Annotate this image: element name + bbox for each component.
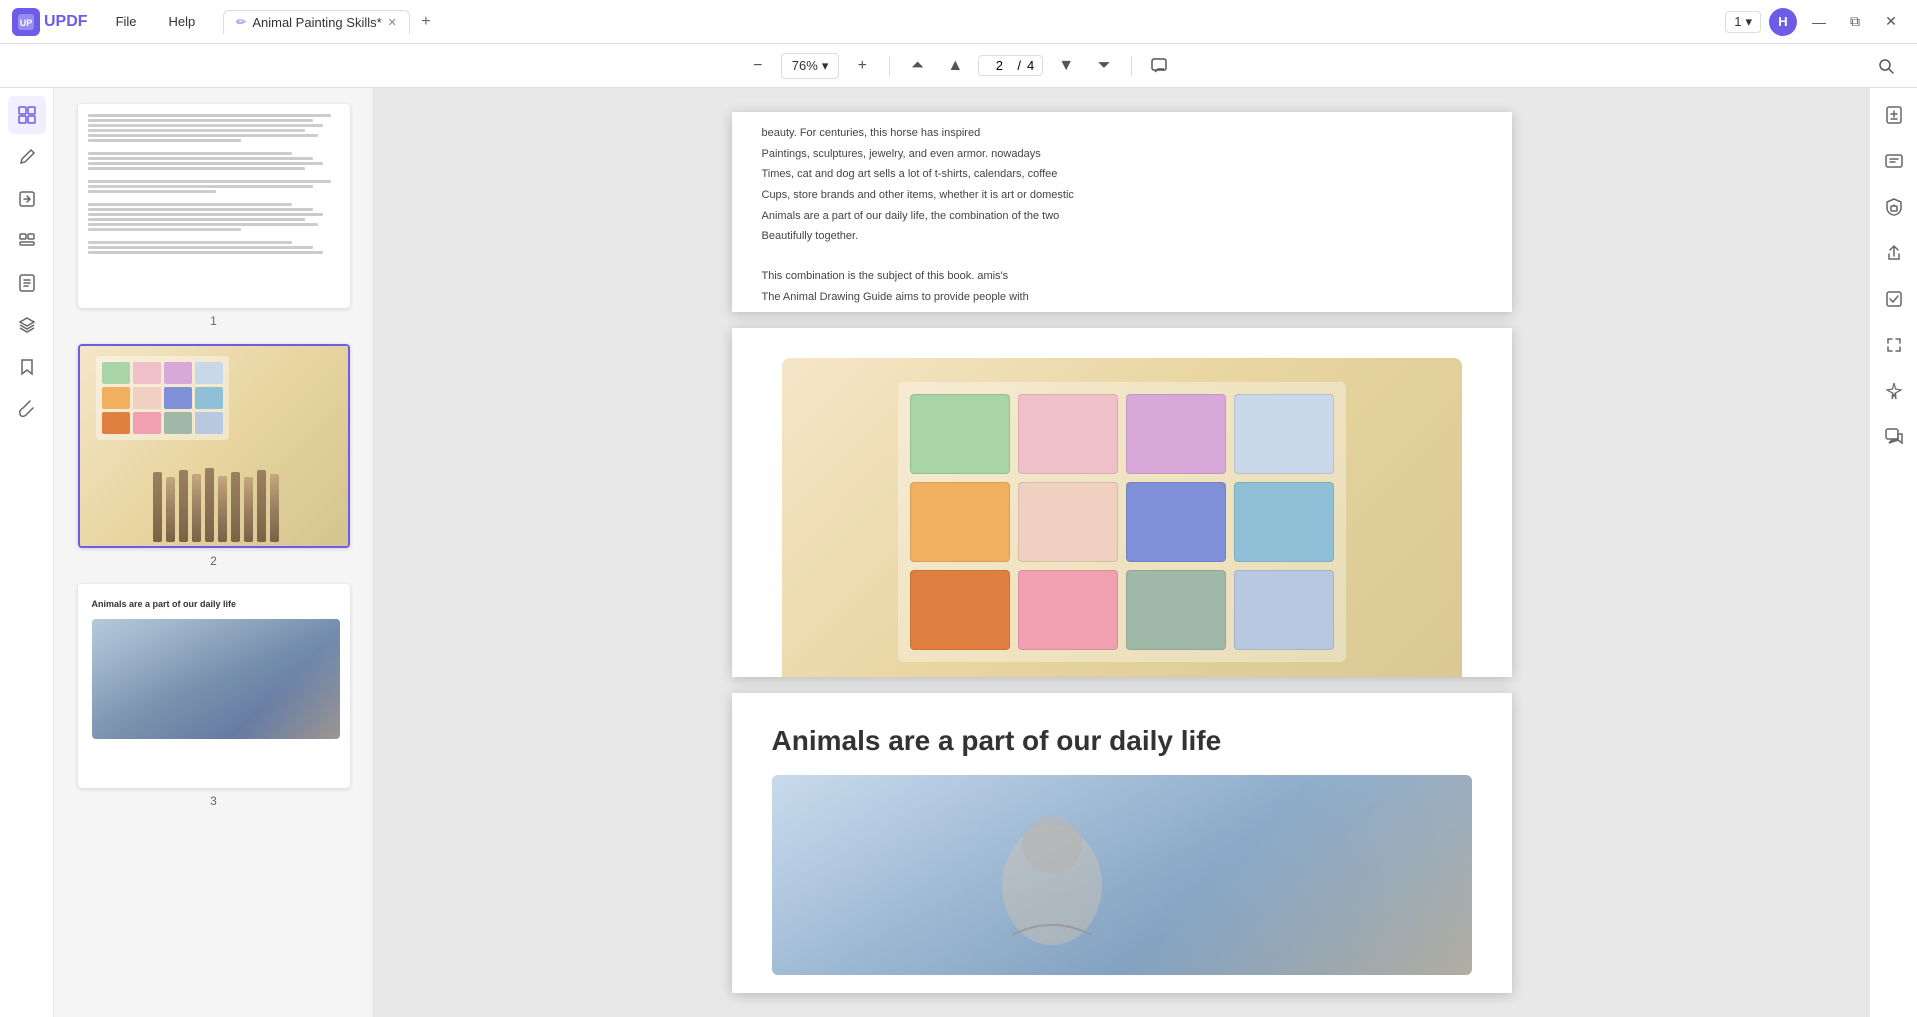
- active-tab[interactable]: ✏ Animal Painting Skills* ✕: [223, 10, 410, 34]
- zoom-out-button[interactable]: −: [743, 51, 773, 81]
- page-text-line: The Animal Drawing Guide aims to provide…: [762, 288, 1482, 307]
- thumbnail-page-2[interactable]: 2: [62, 344, 365, 568]
- pdf-page-2: [732, 328, 1512, 677]
- pdf-page-3: Animals are a part of our daily life: [732, 693, 1512, 993]
- minimize-button[interactable]: —: [1805, 8, 1833, 36]
- sidebar-thumbnails-button[interactable]: [8, 96, 46, 134]
- tab-area: ✏ Animal Painting Skills* ✕ +: [223, 10, 1717, 34]
- sidebar-convert-button[interactable]: [8, 180, 46, 218]
- page-text-line: beauty. For centuries, this horse has in…: [762, 124, 1482, 143]
- page-text-line: Times, cat and dog art sells a lot of t-…: [762, 165, 1482, 184]
- compress-button[interactable]: [1875, 326, 1913, 364]
- page-separator: /: [1017, 58, 1021, 73]
- ai-button[interactable]: [1875, 372, 1913, 410]
- nav-first-button[interactable]: ⏶: [902, 51, 932, 81]
- page-number: 1: [1734, 14, 1741, 29]
- updf-logo-text: UPDF: [44, 13, 88, 31]
- palette-grid: [898, 382, 1346, 662]
- sidebar-edit-button[interactable]: [8, 138, 46, 176]
- thumb-page-1: [80, 106, 350, 306]
- export-pdf-button[interactable]: [1875, 96, 1913, 134]
- thumbnail-page-3[interactable]: Animals are a part of our daily life 3: [62, 584, 365, 808]
- restore-button[interactable]: ⧉: [1841, 8, 1869, 36]
- thumbnail-page-1[interactable]: 1: [62, 104, 365, 328]
- sidebar-layers-button[interactable]: [8, 306, 46, 344]
- pdf-page-1-bottom: beauty. For centuries, this horse has in…: [732, 112, 1512, 312]
- ocr-button[interactable]: [1875, 142, 1913, 180]
- toolbar-center: − 76% ▾ + ⏶ ▲ / 4 ▼ ⏷: [743, 51, 1174, 81]
- tab-close-button[interactable]: ✕: [388, 16, 397, 29]
- page-current-input[interactable]: [987, 58, 1011, 73]
- updf-logo: UP UPDF: [12, 8, 88, 36]
- page-text-line: Paintings, sculptures, jewelry, and even…: [762, 145, 1482, 164]
- nav-next-button[interactable]: ▼: [1051, 51, 1081, 81]
- toolbar-right: [1871, 51, 1901, 81]
- file-menu[interactable]: File: [104, 10, 149, 33]
- page-text-line: This combination is the subject of this …: [762, 267, 1482, 286]
- page-selector[interactable]: 1 ▾: [1725, 11, 1761, 33]
- right-sidebar: [1869, 88, 1917, 1017]
- sidebar-annotate-button[interactable]: [8, 264, 46, 302]
- thumb-wrapper-1[interactable]: [78, 104, 350, 308]
- page1-thumb-content: [80, 106, 350, 262]
- thumb3-title: Animals are a part of our daily life: [92, 598, 340, 611]
- sidebar-attachment-button[interactable]: [8, 390, 46, 428]
- thumb-label-2: 2: [210, 554, 217, 568]
- page3-title: Animals are a part of our daily life: [772, 723, 1472, 759]
- zoom-display[interactable]: 76% ▾: [781, 53, 840, 79]
- thumb-wrapper-3[interactable]: Animals are a part of our daily life: [78, 584, 350, 788]
- page-dropdown-icon: ▾: [1745, 14, 1752, 30]
- nav-last-button[interactable]: ⏷: [1089, 51, 1119, 81]
- tab-label: Animal Painting Skills*: [252, 15, 381, 30]
- thumb-label-3: 3: [210, 794, 217, 808]
- content-area: beauty. For centuries, this horse has in…: [374, 88, 1869, 1017]
- zoom-level-text: 76%: [792, 58, 818, 73]
- comment-button[interactable]: [1144, 51, 1174, 81]
- titlebar-right: 1 ▾ H — ⧉ ✕: [1725, 8, 1905, 36]
- page-text-line: Beautifully together.: [762, 227, 1482, 246]
- page1-bottom-text: beauty. For centuries, this horse has in…: [732, 112, 1512, 312]
- zoom-dropdown-icon: ▾: [822, 58, 829, 74]
- palette-page-content: [732, 328, 1512, 677]
- share-button[interactable]: [1875, 234, 1913, 272]
- thumb-label-1: 1: [210, 314, 217, 328]
- updf-logo-icon: UP: [12, 8, 40, 36]
- user-avatar[interactable]: H: [1769, 8, 1797, 36]
- page-total: 4: [1027, 58, 1034, 73]
- nav-prev-button[interactable]: ▲: [940, 51, 970, 81]
- thumb-page-3: Animals are a part of our daily life: [80, 586, 350, 786]
- svg-text:UP: UP: [20, 18, 33, 28]
- new-tab-button[interactable]: +: [414, 10, 438, 34]
- page3-content: Animals are a part of our daily life: [732, 693, 1512, 993]
- thumbnail-panel: 1: [54, 88, 374, 1017]
- titlebar: UP UPDF File Help ✏ Animal Painting Skil…: [0, 0, 1917, 44]
- check-button[interactable]: [1875, 280, 1913, 318]
- help-menu[interactable]: Help: [157, 10, 208, 33]
- page-text-line: Animals are a part of our daily life, th…: [762, 207, 1482, 226]
- zoom-in-button[interactable]: +: [847, 51, 877, 81]
- page-input-area: / 4: [978, 55, 1043, 76]
- page-text-line: Various skill levels, stepping stones fo…: [762, 308, 1482, 312]
- thumb-page-2: [80, 346, 350, 546]
- sidebar-bookmark-button[interactable]: [8, 348, 46, 386]
- page3-image: [772, 775, 1472, 975]
- main-area: 1: [0, 88, 1917, 1017]
- protect-button[interactable]: [1875, 188, 1913, 226]
- speech-button[interactable]: [1875, 418, 1913, 456]
- close-button[interactable]: ✕: [1877, 8, 1905, 36]
- page-text-line: Cups, store brands and other items, whet…: [762, 186, 1482, 205]
- toolbar: − 76% ▾ + ⏶ ▲ / 4 ▼ ⏷: [0, 44, 1917, 88]
- sidebar-organize-button[interactable]: [8, 222, 46, 260]
- left-sidebar: [0, 88, 54, 1017]
- search-button[interactable]: [1871, 51, 1901, 81]
- tab-edit-icon: ✏: [236, 15, 246, 29]
- thumb-wrapper-2[interactable]: [78, 344, 350, 548]
